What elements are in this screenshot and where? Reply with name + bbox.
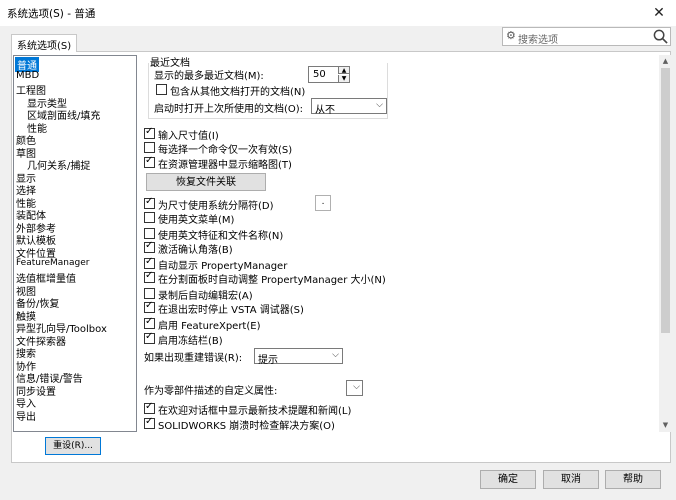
welcome-news-label: 在欢迎对话框中显示最新技术提醒和新闻(L) (158, 406, 352, 417)
include-other-docs-checkbox[interactable] (156, 84, 167, 95)
english-feature-names-checkbox[interactable] (144, 228, 155, 239)
help-button[interactable]: 帮助 (605, 470, 661, 489)
open-last-used-select[interactable]: 从不 ⌵ (311, 98, 387, 116)
rebuild-error-label: 如果出现重建错误(R): (144, 353, 243, 364)
rebuild-error-value: 提示 (258, 355, 278, 366)
scroll-up-icon[interactable]: ▲ (659, 55, 672, 68)
single-command-checkbox[interactable] (144, 142, 155, 153)
gear-icon[interactable]: ⚙ (506, 29, 516, 42)
search-placeholder: 搜索选项 (518, 35, 558, 46)
scrollbar-thumb[interactable] (661, 68, 670, 333)
include-other-docs-label: 包含从其他文档打开的文档(N) (170, 87, 306, 98)
system-separator-checkbox[interactable] (144, 196, 155, 209)
separator-field[interactable]: . (315, 195, 331, 211)
chevron-down-icon: ⌵ (353, 382, 360, 392)
featurexpert-checkbox[interactable] (144, 316, 155, 329)
tree-item-featuremanager[interactable]: FeatureManager (16, 258, 89, 268)
input-dimension-value-label: 输入尺寸值(I) (158, 131, 219, 142)
ok-button[interactable]: 确定 (480, 470, 536, 489)
restore-file-associations-button[interactable]: 恢复文件关联 (146, 173, 266, 191)
stepper-up-icon[interactable]: ▲ (338, 67, 349, 74)
custom-property-select[interactable]: ⌵ (346, 380, 363, 396)
auto-size-propertymanager-checkbox[interactable] (144, 270, 155, 283)
auto-show-propertymanager-label: 自动显示 PropertyManager (158, 261, 288, 272)
open-last-used-label: 启动时打开上次所使用的文档(O): (154, 104, 304, 115)
featurexpert-label: 启用 FeatureXpert(E) (158, 321, 261, 332)
max-recent-stepper[interactable]: 50 ▲ ▼ (308, 66, 350, 83)
tree-item-mbd[interactable]: MBD (16, 70, 39, 81)
crash-solutions-label: SOLIDWORKS 崩溃时检查解决方案(O) (158, 421, 335, 432)
stop-vsta-debugger-checkbox[interactable] (144, 300, 155, 313)
scroll-down-icon[interactable]: ▼ (659, 419, 672, 432)
welcome-news-checkbox[interactable] (144, 401, 155, 414)
reset-button[interactable]: 重设(R)... (45, 437, 101, 455)
english-feature-names-label: 使用英文特征和文件名称(N) (158, 231, 284, 242)
close-button[interactable]: ✕ (642, 0, 676, 26)
tree-item-export[interactable]: 导出 (16, 408, 36, 423)
thumbnail-label: 在资源管理器中显示缩略图(T) (158, 160, 292, 171)
auto-edit-macro-checkbox[interactable] (144, 288, 155, 299)
cancel-button[interactable]: 取消 (543, 470, 599, 489)
auto-size-propertymanager-label: 在分割面板时自动调整 PropertyManager 大小(N) (158, 275, 386, 286)
rebuild-error-select[interactable]: 提示 ⌵ (254, 348, 343, 366)
custom-property-label: 作为零部件描述的自定义属性: (144, 386, 278, 397)
tree-item-relations-snaps[interactable]: 几何关系/捕捉 (27, 157, 90, 172)
crash-solutions-checkbox[interactable] (144, 416, 155, 429)
chevron-down-icon: ⌵ (376, 100, 383, 110)
options-tree[interactable]: 普通 MBD 工程图 显示类型 区域剖面线/填充 性能 颜色 草图 几何关系/捕… (13, 55, 137, 432)
auto-edit-macro-label: 录制后自动编辑宏(A) (158, 291, 253, 302)
options-scrollbar[interactable]: ▲ ▼ (659, 55, 672, 432)
thumbnail-checkbox[interactable] (144, 155, 155, 168)
chevron-down-icon: ⌵ (332, 350, 339, 360)
auto-show-propertymanager-checkbox[interactable] (144, 256, 155, 269)
max-recent-value: 50 (313, 69, 326, 80)
max-recent-label: 显示的最多最近文档(M): (154, 71, 264, 82)
english-menus-checkbox[interactable] (144, 212, 155, 223)
tab-system-options[interactable]: 系统选项(S) (11, 34, 78, 52)
confirmation-corner-label: 激活确认角落(B) (158, 245, 233, 256)
single-command-label: 每选择一个命令仅一次有效(S) (158, 145, 293, 156)
english-menus-label: 使用英文菜单(M) (158, 215, 235, 226)
window-title: 系统选项(S) - 普通 (7, 8, 96, 20)
options-panel: 最近文档 显示的最多最近文档(M): 50 ▲ ▼ 包含从其他文档打开的文档(N… (140, 55, 660, 432)
stepper-down-icon[interactable]: ▼ (338, 75, 349, 82)
open-last-used-value: 从不 (315, 105, 335, 116)
freeze-bar-label: 启用冻结栏(B) (158, 336, 223, 347)
title-bar: 系统选项(S) - 普通 ✕ (0, 0, 676, 26)
input-dimension-value-checkbox[interactable] (144, 126, 155, 139)
search-input[interactable]: ⚙ 搜索选项 (502, 27, 671, 46)
freeze-bar-checkbox[interactable] (144, 331, 155, 344)
confirmation-corner-checkbox[interactable] (144, 240, 155, 253)
system-separator-label: 为尺寸使用系统分隔符(D) (158, 201, 274, 212)
stop-vsta-debugger-label: 在退出宏时停止 VSTA 调试器(S) (158, 305, 304, 316)
search-icon[interactable] (653, 29, 668, 44)
